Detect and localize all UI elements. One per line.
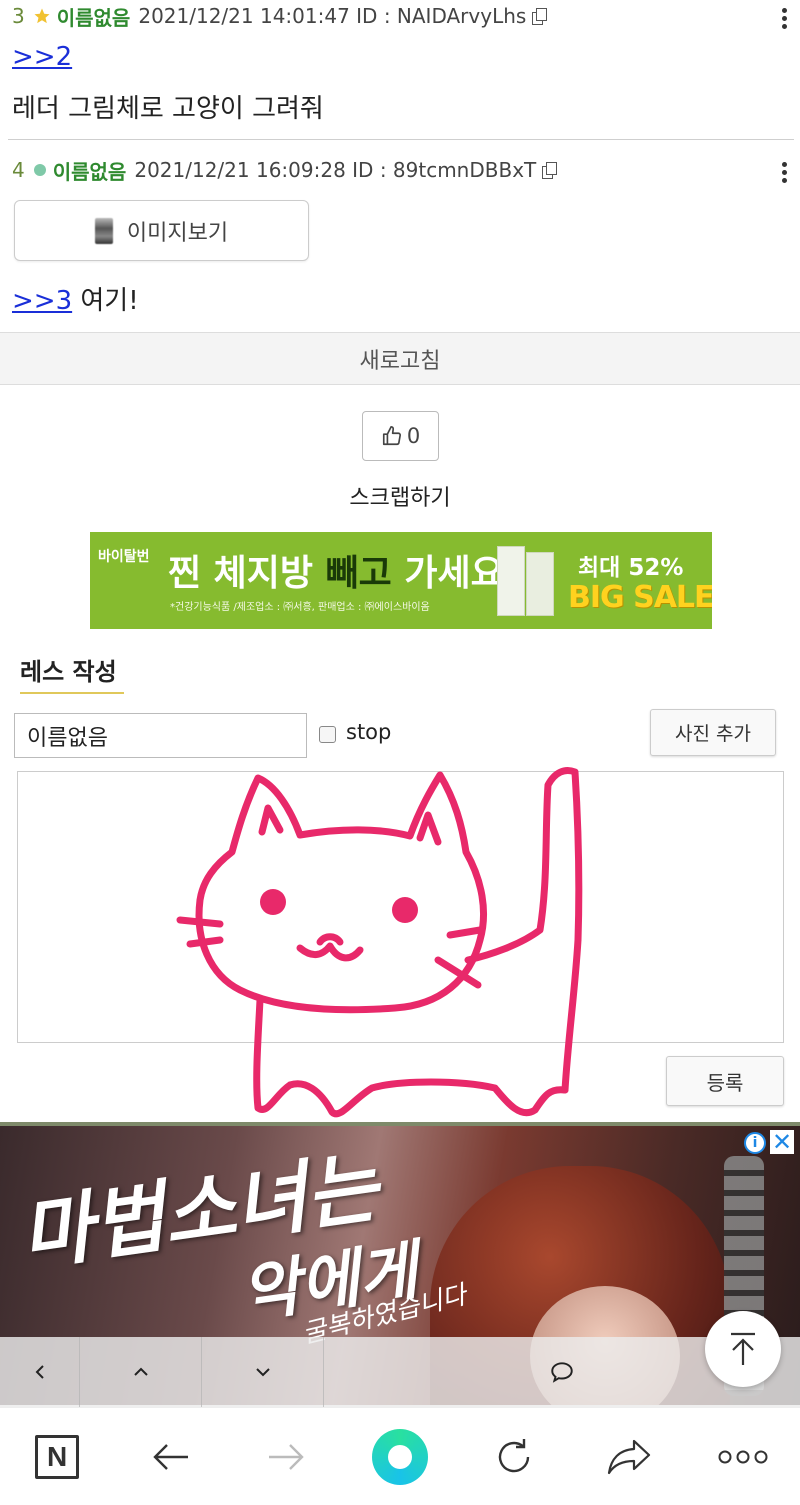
- stop-label: stop: [346, 720, 392, 744]
- post-text: 여기!: [80, 286, 139, 316]
- arrow-up-icon: [731, 1332, 755, 1365]
- ad-discount: 최대 52%: [578, 555, 684, 581]
- more-options-icon[interactable]: [780, 8, 788, 30]
- post-text-line: >>3 여기!: [12, 280, 139, 317]
- ad-info-icon[interactable]: i: [744, 1132, 766, 1154]
- ad-headline-part: 찐 체지방: [168, 553, 326, 594]
- title-underline: [20, 692, 124, 694]
- name-input[interactable]: [14, 713, 307, 758]
- ad-headline-part: 빼고: [325, 553, 405, 594]
- post-meta: 2021/12/21 14:01:47 ID : NAIDArvyLhs: [138, 4, 527, 28]
- poster-name: 이름없음: [56, 5, 131, 30]
- reply-form-title: 레스 작성: [20, 658, 117, 686]
- refresh-label: 새로고침: [359, 348, 441, 374]
- post-text: 레더 그림체로 고양이 그려줘: [12, 94, 324, 124]
- image-thumbnail-icon: [94, 217, 113, 244]
- more-menu-button[interactable]: [698, 1412, 788, 1502]
- chevron-down-icon: [255, 1368, 270, 1377]
- like-button[interactable]: 0: [362, 411, 439, 461]
- scroll-to-top-button[interactable]: [705, 1311, 781, 1387]
- post-meta: 2021/12/21 16:09:28 ID : 89tcmnDBBxT: [134, 158, 537, 182]
- scroll-down-button[interactable]: [202, 1337, 324, 1407]
- like-count: 0: [406, 424, 421, 448]
- reply-link[interactable]: >>3: [12, 286, 72, 316]
- refresh-button[interactable]: 새로고침: [0, 332, 800, 385]
- submit-button[interactable]: 등록: [666, 1056, 784, 1106]
- add-photo-button[interactable]: 사진 추가: [650, 709, 776, 756]
- thread-nav-bar: [0, 1337, 800, 1407]
- reply-textarea[interactable]: [17, 771, 784, 1043]
- browser-toolbar: N: [0, 1407, 800, 1505]
- reply-link[interactable]: >>2: [12, 42, 72, 72]
- more-options-icon[interactable]: [780, 162, 788, 184]
- nav-back-button[interactable]: [0, 1337, 80, 1407]
- post-header: 3 이름없음 2021/12/21 14:01:47 ID : NAIDArvy…: [12, 1, 548, 31]
- thumbs-up-icon: [382, 426, 401, 446]
- speech-bubble-icon: [551, 1362, 573, 1383]
- scrap-button[interactable]: 스크랩하기: [0, 480, 800, 512]
- product-box-image: [497, 546, 525, 616]
- ad-sale-label: BIG SALE: [568, 580, 712, 615]
- ad-headline: 찐 체지방 빼고 가세요!: [168, 544, 520, 596]
- scrap-label: 스크랩하기: [349, 486, 451, 511]
- star-icon: [34, 8, 50, 24]
- naver-home-button[interactable]: N: [12, 1412, 102, 1502]
- reply-link-line: >>2: [12, 42, 72, 72]
- scroll-up-button[interactable]: [80, 1337, 202, 1407]
- view-image-button[interactable]: 이미지보기: [14, 200, 309, 261]
- ad-close-icon[interactable]: ✕: [770, 1130, 794, 1154]
- reload-icon: [499, 1438, 530, 1472]
- browser-forward-button[interactable]: [241, 1412, 331, 1502]
- dot-icon: [33, 164, 46, 176]
- post-number: 4: [12, 158, 25, 182]
- product-box-image: [526, 552, 554, 616]
- post-number: 3: [12, 4, 25, 28]
- arrow-left-icon: [153, 1443, 189, 1470]
- green-dot-icon: [371, 1428, 428, 1485]
- share-button[interactable]: [584, 1412, 674, 1502]
- poster-name: 이름없음: [52, 159, 127, 184]
- more-dots-icon: [718, 1450, 768, 1463]
- reload-button[interactable]: [469, 1412, 559, 1502]
- stop-checkbox[interactable]: [319, 726, 336, 743]
- post-divider: [8, 139, 794, 140]
- ad-banner[interactable]: 바이탈번 찐 체지방 빼고 가세요! *건강기능식품 /제조업소 : ㈜서흥, …: [90, 532, 712, 629]
- ad-disclaimer: *건강기능식품 /제조업소 : ㈜서흥, 판매업소 : ㈜에이스바이옴: [170, 602, 430, 613]
- green-dot-button[interactable]: [355, 1412, 445, 1502]
- page: 3 이름없음 2021/12/21 14:01:47 ID : NAIDArvy…: [0, 0, 800, 1505]
- ad-brand: 바이탈번: [98, 549, 150, 565]
- browser-back-button[interactable]: [126, 1412, 216, 1502]
- naver-n-icon: N: [35, 1434, 80, 1479]
- post-header: 4 이름없음 2021/12/21 16:09:28 ID : 89tcmnDB…: [12, 155, 558, 185]
- arrow-right-icon: [268, 1443, 304, 1470]
- copy-icon[interactable]: [532, 8, 548, 25]
- chevron-left-icon: [35, 1365, 44, 1379]
- chevron-up-icon: [133, 1367, 148, 1376]
- view-image-label: 이미지보기: [126, 220, 229, 246]
- copy-icon[interactable]: [542, 162, 558, 179]
- share-icon: [607, 1439, 650, 1474]
